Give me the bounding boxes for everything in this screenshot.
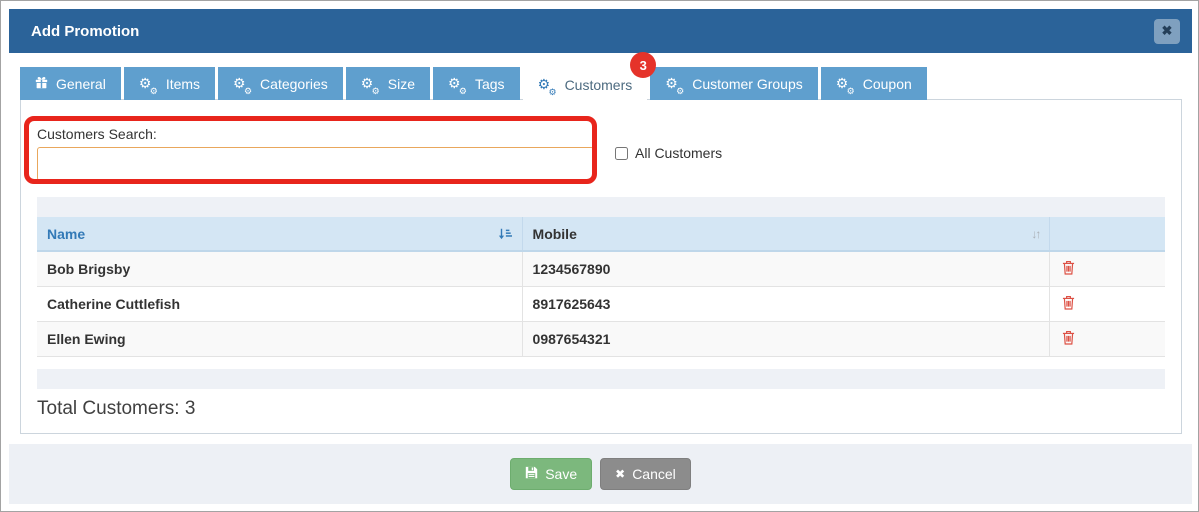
- customer-mobile: 1234567890: [521, 250, 1050, 286]
- tab-tags[interactable]: ⚙ ⚙ Tags: [432, 67, 520, 100]
- save-icon: [525, 466, 538, 482]
- total-customers-label: Total Customers: 3: [37, 397, 196, 419]
- page-title: Add Promotion: [31, 22, 140, 40]
- cancel-x-icon: ✖: [615, 467, 626, 481]
- all-customers-checkbox[interactable]: [615, 146, 628, 160]
- tab-label: Tags: [474, 75, 505, 92]
- tab-label: Categories: [260, 75, 328, 92]
- customer-mobile: 0987654321: [521, 320, 1050, 356]
- modal-header: Add Promotion ✖: [9, 9, 1192, 53]
- column-header-actions: [1049, 217, 1165, 252]
- save-button[interactable]: Save: [510, 458, 593, 490]
- column-header-mobile[interactable]: Mobile ↓↑: [521, 217, 1050, 252]
- sort-both-icon[interactable]: ↓↑: [1031, 227, 1041, 241]
- table-row: Catherine Cuttlefish 8917625643: [37, 285, 1165, 321]
- cogs-icon: ⚙ ⚙: [665, 74, 685, 96]
- tab-label: Coupon: [862, 75, 912, 92]
- search-block: Customers Search:: [37, 126, 594, 181]
- column-header-name[interactable]: Name: [37, 217, 523, 252]
- customers-search-label: Customers Search:: [37, 126, 157, 142]
- cogs-icon: ⚙ ⚙: [835, 74, 855, 96]
- tab-size[interactable]: ⚙ ⚙ Size: [345, 67, 430, 100]
- actions-cell: [1049, 250, 1165, 286]
- cancel-button[interactable]: ✖ Cancel: [600, 458, 691, 490]
- tab-label: Customer Groups: [692, 75, 803, 92]
- tab-strip: General ⚙ ⚙ Items ⚙ ⚙ Categories ⚙ ⚙ Size ⚙…: [20, 52, 927, 102]
- sort-ascending-icon[interactable]: [498, 227, 512, 241]
- cogs-icon: ⚙ ⚙: [138, 74, 158, 96]
- close-button[interactable]: ✖: [1154, 18, 1180, 44]
- customer-name: Ellen Ewing: [37, 320, 523, 356]
- actions-cell: [1049, 320, 1165, 356]
- all-customers-group: All Customers: [615, 145, 722, 161]
- tab-customer-groups[interactable]: ⚙ ⚙ Customer Groups: [650, 67, 818, 100]
- search-row: Customers Search: All Customers: [37, 116, 1165, 181]
- tab-label: General: [56, 75, 106, 92]
- customer-mobile: 8917625643: [521, 285, 1050, 321]
- close-icon: ✖: [1161, 23, 1173, 38]
- tab-categories[interactable]: ⚙ ⚙ Categories: [218, 67, 343, 100]
- cogs-icon: ⚙ ⚙: [537, 75, 557, 97]
- save-label: Save: [545, 466, 578, 482]
- customers-tab-panel: Customers Search: All Customers Name Mob…: [20, 99, 1182, 434]
- table-row: Ellen Ewing 0987654321: [37, 320, 1165, 356]
- page: Add Promotion ✖ General ⚙ ⚙ Items ⚙ ⚙ Ca…: [0, 0, 1199, 512]
- column-label: Name: [47, 225, 86, 242]
- table-header-row: Name Mobile ↓↑: [37, 217, 1165, 252]
- tab-items[interactable]: ⚙ ⚙ Items: [123, 67, 216, 100]
- gift-icon: [35, 76, 48, 92]
- customer-name: Catherine Cuttlefish: [37, 285, 523, 321]
- table-footer-strip: [37, 368, 1165, 389]
- cogs-icon: ⚙ ⚙: [447, 74, 467, 96]
- modal-footer: Save ✖ Cancel: [9, 444, 1192, 504]
- cogs-icon: ⚙ ⚙: [360, 74, 380, 96]
- delete-customer-button[interactable]: [1062, 330, 1075, 345]
- all-customers-label: All Customers: [635, 145, 723, 161]
- tab-general[interactable]: General: [20, 67, 121, 100]
- delete-customer-button[interactable]: [1062, 260, 1075, 275]
- tab-label: Size: [387, 75, 415, 92]
- customers-search-input[interactable]: [37, 147, 594, 181]
- customers-table: Name Mobile ↓↑ Bob Brigsby 1234567890 Ca…: [37, 217, 1165, 357]
- customer-name: Bob Brigsby: [37, 250, 523, 286]
- tab-label: Items: [165, 75, 201, 92]
- tab-customers[interactable]: ⚙ ⚙ Customers 3: [522, 52, 657, 102]
- cancel-label: Cancel: [632, 466, 676, 482]
- table-row: Bob Brigsby 1234567890: [37, 250, 1165, 286]
- column-label: Mobile: [532, 225, 577, 242]
- tab-coupon[interactable]: ⚙ ⚙ Coupon: [820, 67, 927, 100]
- actions-cell: [1049, 285, 1165, 321]
- cogs-icon: ⚙ ⚙: [233, 74, 253, 96]
- delete-customer-button[interactable]: [1062, 295, 1075, 310]
- tab-label: Customers: [564, 76, 633, 93]
- table-toolbar-strip: [37, 197, 1165, 217]
